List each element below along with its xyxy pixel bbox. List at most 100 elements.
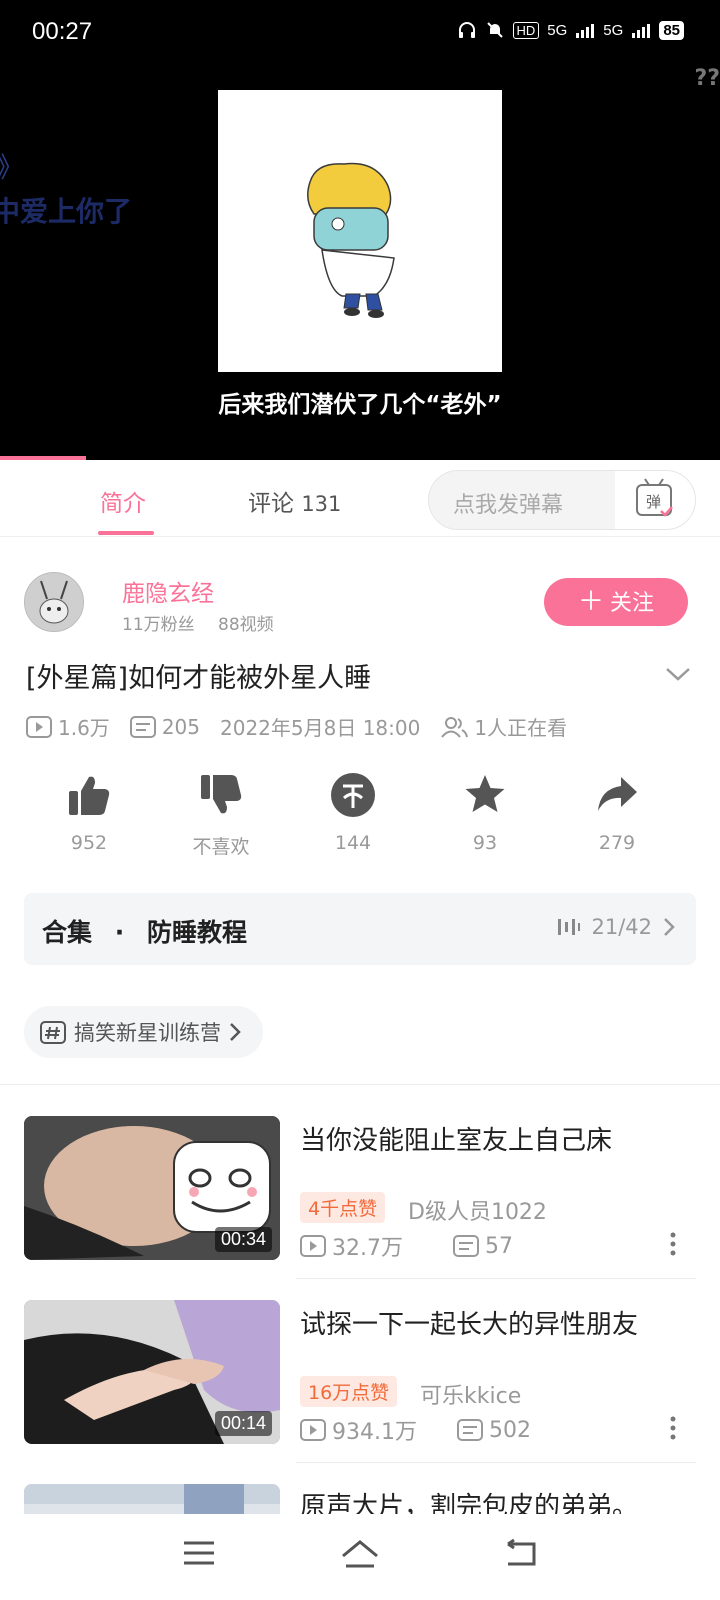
- collection-progress-text: 21/42: [591, 915, 652, 939]
- video-stats: 32.7万 57: [300, 1230, 513, 1262]
- battery-indicator: 85: [659, 20, 684, 40]
- danmaku-count: 502: [488, 1417, 531, 1443]
- tab-comments-label: 评论: [248, 491, 294, 517]
- people-icon: [441, 716, 469, 738]
- topic-tag[interactable]: 搞笑新星训练营: [24, 1006, 263, 1058]
- tab-comments[interactable]: 评论 131: [248, 484, 341, 518]
- follow-button[interactable]: ＋关注: [544, 578, 688, 626]
- video-stats: 1.6万 205 2022年5月8日 18:00 1人正在看: [26, 712, 587, 741]
- collection-dot: ·: [114, 918, 125, 947]
- video-author[interactable]: 可乐kkice: [420, 1378, 521, 1410]
- status-time: 00:27: [32, 18, 93, 45]
- danmaku-toggle-button[interactable]: 弹: [615, 471, 695, 529]
- recommended-video[interactable]: 00:34 当你没能阻止室友上自己床 4千点赞 D级人员1022 32.7万 5…: [24, 1116, 696, 1266]
- like-button[interactable]: 952: [34, 770, 144, 854]
- uploader-meta: 11万粉丝 88视频: [122, 610, 274, 635]
- danmaku-text-1: 》: [0, 146, 24, 186]
- play-count-icon: [300, 1235, 326, 1257]
- cartoon-character-image: [307, 162, 395, 318]
- share-icon: [598, 777, 637, 811]
- video-duration: 00:14: [214, 1411, 272, 1436]
- system-navigation-bar: [0, 1514, 720, 1600]
- back-icon[interactable]: [504, 1538, 538, 1570]
- list-divider: [296, 1462, 696, 1463]
- recommended-video[interactable]: 原声大片，割完包皮的弟弟。: [24, 1484, 696, 1514]
- danmaku-count: 205: [161, 714, 200, 739]
- play-count-icon: [300, 1419, 326, 1441]
- share-count: 279: [598, 832, 636, 854]
- watching-count: 1人正在看: [474, 716, 568, 740]
- video-duration: 00:34: [214, 1227, 272, 1252]
- chevron-down-icon[interactable]: [664, 664, 692, 684]
- video-title: 试探一下一起长大的异性朋友: [300, 1310, 639, 1340]
- plus-icon: ＋: [577, 587, 604, 617]
- views-count: 1.6万: [58, 716, 110, 740]
- dislike-button[interactable]: 不喜欢: [166, 770, 276, 859]
- collection-title: 合集 · 防睡教程: [42, 913, 247, 949]
- favorite-button[interactable]: 93: [430, 770, 540, 854]
- collection-bar[interactable]: 合集 · 防睡教程 21/42: [24, 893, 696, 965]
- danmaku-input[interactable]: 点我发弹幕 弹: [428, 470, 696, 530]
- svg-text:弹: 弹: [646, 493, 661, 511]
- chevron-right-icon: [664, 918, 675, 936]
- video-player[interactable]: 00:27 HD 5G 5G 85 》 中爱上你了 ?? 后来我们潜伏了几个“老…: [0, 0, 720, 460]
- collection-name: 防睡教程: [146, 918, 247, 947]
- danmaku-count: 57: [485, 1233, 513, 1259]
- views-count: 32.7万: [332, 1236, 403, 1261]
- danmaku-count-icon: [456, 1419, 483, 1441]
- more-options-icon[interactable]: [670, 1416, 676, 1440]
- tab-intro[interactable]: 简介: [100, 484, 146, 518]
- danmaku-count-icon: [453, 1235, 479, 1257]
- status-bar: 00:27 HD 5G 5G 85: [0, 0, 720, 70]
- signal-icon-2: [632, 24, 651, 38]
- views-stat: 1.6万: [26, 712, 110, 741]
- headphones-icon: [458, 22, 475, 38]
- more-options-icon[interactable]: [670, 1232, 676, 1256]
- likes-badge: 4千点赞: [300, 1192, 386, 1223]
- follow-button-label: 关注: [610, 591, 655, 616]
- play-count-icon: [26, 715, 52, 738]
- publish-date: 2022年5月8日 18:00: [220, 716, 421, 740]
- topic-tag-label: 搞笑新星训练营: [74, 1021, 221, 1045]
- favorite-count: 93: [472, 832, 498, 854]
- star-icon: [465, 775, 505, 812]
- recommended-video[interactable]: 00:14 试探一下一起长大的异性朋友 16万点赞 可乐kkice 934.1万…: [24, 1300, 696, 1450]
- mute-bell-icon: [486, 22, 503, 38]
- uploader-name[interactable]: 鹿隐玄经: [122, 574, 214, 608]
- home-icon[interactable]: [340, 1538, 380, 1570]
- video-author[interactable]: D级人员1022: [408, 1194, 547, 1226]
- chevron-right-icon: [230, 1023, 241, 1041]
- like-count: 952: [70, 832, 108, 854]
- views-count: 934.1万: [332, 1420, 417, 1445]
- tab-active-indicator: [98, 531, 154, 535]
- video-title: 当你没能阻止室友上自己床: [300, 1126, 613, 1156]
- thumbs-up-icon: [69, 776, 110, 815]
- thumbnail-image: [24, 1484, 280, 1514]
- collection-progress: 21/42: [557, 915, 676, 939]
- uploader-avatar[interactable]: [24, 572, 84, 632]
- avatar-image: [25, 573, 83, 631]
- danmaku-text-3: ??: [694, 66, 720, 91]
- menu-icon[interactable]: [182, 1538, 216, 1568]
- hd-icon: HD: [512, 21, 540, 39]
- video-title: 原声大片，割完包皮的弟弟。: [300, 1492, 639, 1514]
- thumbs-down-icon: [201, 775, 242, 814]
- dislike-label: 不喜欢: [192, 836, 250, 858]
- status-icons: HD 5G 5G 85: [457, 20, 684, 40]
- likes-badge: 16万点赞: [300, 1376, 398, 1407]
- uploader-videos: 88视频: [218, 615, 274, 635]
- danmaku-tv-icon: 弹: [636, 478, 673, 517]
- network-5g-2: 5G: [603, 21, 624, 39]
- coin-icon: [331, 773, 375, 817]
- danmaku-count-icon: [129, 715, 156, 738]
- video-thumbnail: 00:34: [24, 1116, 280, 1260]
- coin-count: 144: [334, 832, 372, 854]
- network-5g-1: 5G: [547, 21, 568, 39]
- danmaku-text-2: 中爱上你了: [0, 195, 133, 228]
- share-button[interactable]: 279: [562, 770, 672, 854]
- section-divider: [0, 1084, 720, 1085]
- coin-button[interactable]: 144: [298, 770, 408, 854]
- uploader-followers: 11万粉丝: [122, 615, 195, 635]
- video-thumbnail: [24, 1484, 280, 1514]
- list-divider: [296, 1278, 696, 1279]
